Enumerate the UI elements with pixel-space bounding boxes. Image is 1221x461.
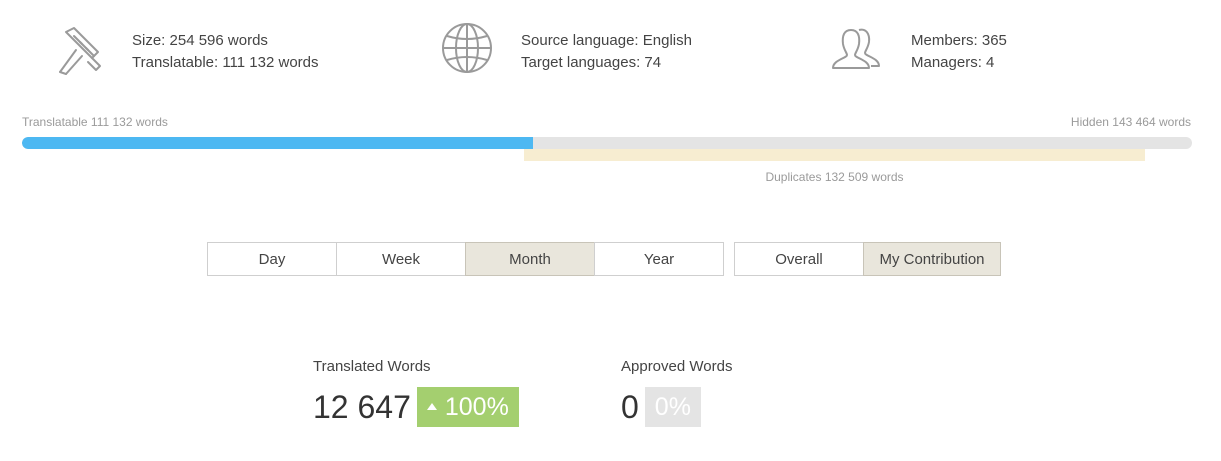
translated-words-title: Translated Words [313,358,431,375]
approved-words-badge: 0% [644,387,701,427]
period-selector: Day Week Month Year [207,242,724,276]
translatable-progress-fill [22,137,533,149]
members-stat: Members: 365 Managers: 4 [831,22,1161,78]
globe-icon [441,22,497,78]
members-text: Members: 365 [911,32,1007,49]
source-language-text: Source language: English [521,32,692,49]
translated-words-value: 12 647 [313,389,411,425]
approved-words-percent: 0% [654,392,691,421]
translatable-bar-label: Translatable 111 132 words [22,115,168,129]
tab-week[interactable]: Week [336,242,466,276]
tab-day[interactable]: Day [207,242,337,276]
language-stat: Source language: English Target language… [441,22,771,78]
translated-words-metric: Translated Words 12 647 100% [313,358,519,427]
hidden-bar-label: Hidden 143 464 words [1070,115,1191,129]
approved-words-value: 0 [621,389,639,425]
progress-track [22,137,1192,149]
target-languages-text: Target languages: 74 [521,54,662,71]
translatable-text: Translatable: 111 132 words [132,54,319,71]
size-text: Size: 254 596 words [132,32,268,49]
approved-words-title: Approved Words [621,358,733,375]
managers-text: Managers: 4 [911,54,995,71]
duplicates-label: Duplicates 132 509 words [765,170,904,184]
translated-words-badge: 100% [416,387,519,427]
tab-year[interactable]: Year [594,242,724,276]
tab-my-contribution[interactable]: My Contribution [863,242,1001,276]
translated-words-percent: 100% [444,392,509,421]
users-icon [831,22,887,78]
scope-selector: Overall My Contribution [734,242,1001,276]
approved-words-metric: Approved Words 0 0% [621,358,732,427]
size-stat: Size: 254 596 words Translatable: 111 13… [52,22,382,78]
tab-overall[interactable]: Overall [734,242,864,276]
tab-month[interactable]: Month [465,242,595,276]
duplicates-bar [524,149,1145,161]
arrow-up-icon [426,402,437,410]
caliper-icon [52,22,108,78]
